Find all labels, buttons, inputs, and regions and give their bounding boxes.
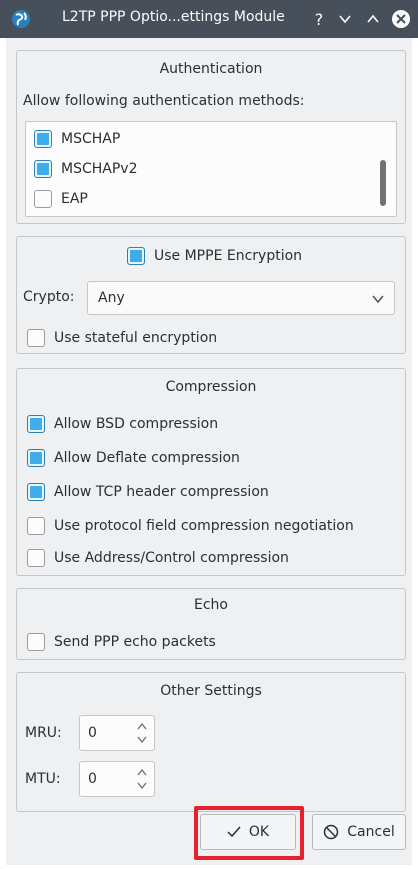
encryption-group: Use MPPE Encryption Crypto: Any Use stat… [16, 236, 406, 354]
help-button[interactable]: ? [308, 8, 330, 30]
mru-value: 0 [88, 725, 97, 741]
spin-arrows-icon[interactable] [136, 766, 148, 792]
mtu-value: 0 [88, 771, 97, 787]
compression-label: Use protocol field compression negotiati… [54, 518, 354, 534]
crypto-label: Crypto: [23, 289, 75, 305]
checkbox[interactable] [27, 483, 45, 501]
checkbox[interactable] [34, 130, 52, 148]
chevron-down-icon [339, 15, 351, 24]
help-icon: ? [314, 9, 324, 29]
mppe-label: Use MPPE Encryption [154, 248, 303, 264]
title-bar: L2TP PPP Optio...ettings Module ? [0, 0, 418, 38]
checkbox[interactable] [27, 415, 45, 433]
compression-label: Use Address/Control compression [54, 550, 289, 566]
mru-spinbox[interactable]: 0 [79, 715, 155, 751]
compression-label: Allow TCP header compression [54, 484, 269, 500]
other-settings-group: Other Settings MRU: 0 MTU: 0 [16, 672, 406, 812]
minimize-button[interactable] [334, 8, 356, 30]
stateful-label: Use stateful encryption [54, 330, 218, 346]
cancel-label: Cancel [347, 824, 395, 840]
deflate-compression-row[interactable]: Allow Deflate compression [27, 449, 240, 467]
compression-label: Allow BSD compression [54, 416, 219, 432]
auth-method-eap[interactable]: EAP [34, 190, 88, 208]
mppe-checkbox[interactable] [127, 247, 145, 265]
use-mppe-row[interactable]: Use MPPE Encryption [127, 247, 302, 265]
close-button[interactable] [390, 8, 412, 30]
authentication-prompt: Allow following authentication methods: [23, 93, 305, 109]
checkbox[interactable] [34, 190, 52, 208]
compression-title: Compression [165, 379, 257, 395]
auth-method-label: MSCHAPv2 [61, 161, 138, 177]
tcp-header-compression-row[interactable]: Allow TCP header compression [27, 483, 269, 501]
mru-label: MRU: [25, 725, 62, 741]
maximize-button[interactable] [362, 8, 384, 30]
protocol-field-compression-row[interactable]: Use protocol field compression negotiati… [27, 517, 354, 535]
stateful-encryption-row[interactable]: Use stateful encryption [27, 329, 217, 347]
echo-group: Echo Send PPP echo packets [16, 588, 406, 660]
echo-label: Send PPP echo packets [54, 634, 216, 650]
echo-title: Echo [194, 597, 228, 613]
mtu-spinbox[interactable]: 0 [79, 761, 155, 797]
address-control-compression-row[interactable]: Use Address/Control compression [27, 549, 289, 567]
close-icon [392, 10, 410, 28]
cancel-icon [324, 824, 339, 840]
authentication-group: Authentication Allow following authentic… [16, 50, 406, 224]
other-settings-title: Other Settings [160, 683, 262, 699]
checkbox[interactable] [27, 517, 45, 535]
compression-label: Allow Deflate compression [54, 450, 240, 466]
echo-checkbox[interactable] [27, 633, 45, 651]
auth-method-mschap[interactable]: MSCHAP [34, 130, 120, 148]
crypto-select[interactable]: Any [87, 281, 395, 315]
cancel-button[interactable]: Cancel [312, 814, 406, 850]
auth-methods-list[interactable]: MSCHAP MSCHAPv2 EAP [25, 121, 397, 217]
auth-method-label: MSCHAP [61, 131, 121, 147]
stateful-checkbox[interactable] [27, 329, 45, 347]
crypto-value: Any [98, 290, 125, 306]
chevron-down-icon [372, 295, 384, 304]
authentication-title: Authentication [159, 61, 263, 77]
compression-group: Compression Allow BSD compression Allow … [16, 368, 406, 576]
checkbox[interactable] [27, 549, 45, 567]
checkbox[interactable] [34, 160, 52, 178]
chevron-up-icon [367, 14, 379, 23]
spin-arrows-icon[interactable] [136, 720, 148, 746]
checkbox[interactable] [27, 449, 45, 467]
auth-method-mschapv2[interactable]: MSCHAPv2 [34, 160, 137, 178]
window-title: L2TP PPP Optio...ettings Module [62, 9, 285, 25]
scrollbar-thumb[interactable] [380, 160, 386, 206]
bsd-compression-row[interactable]: Allow BSD compression [27, 415, 218, 433]
send-echo-row[interactable]: Send PPP echo packets [27, 633, 216, 651]
globe-app-icon [12, 10, 30, 28]
ok-highlight-annotation [194, 806, 304, 860]
mtu-label: MTU: [25, 771, 61, 787]
auth-method-label: EAP [61, 191, 88, 207]
